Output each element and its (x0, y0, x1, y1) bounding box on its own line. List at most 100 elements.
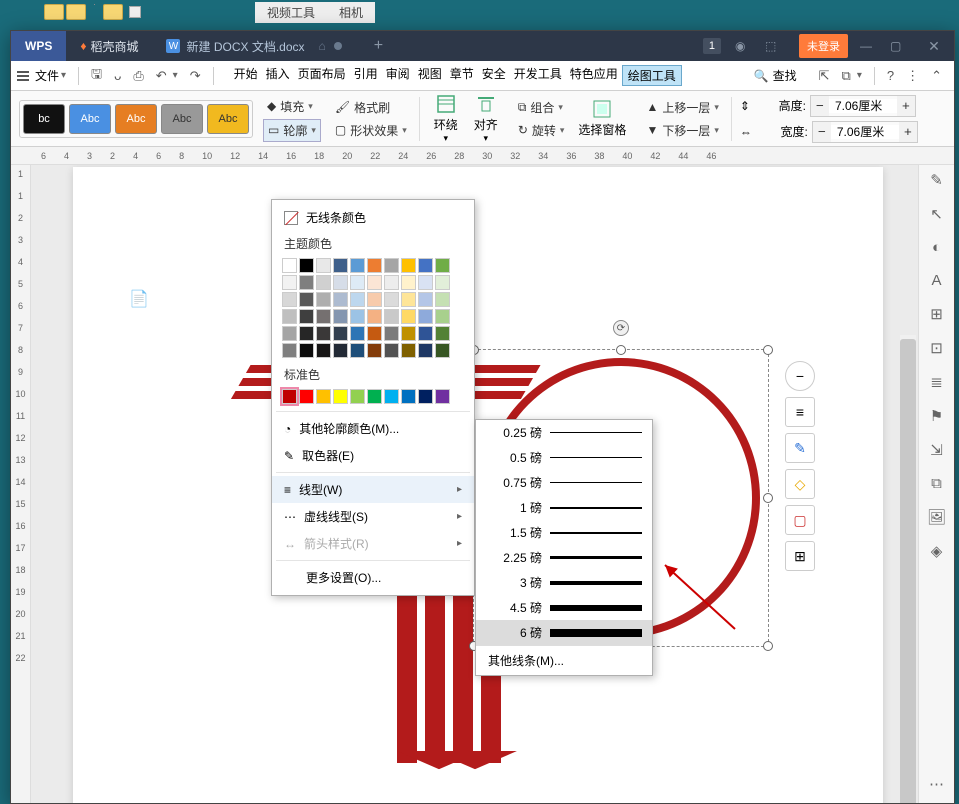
style-swatch[interactable]: Abc (207, 104, 249, 134)
undo-icon[interactable]: ↶ (156, 68, 167, 84)
more-tool-button[interactable]: ⊞ (785, 541, 815, 571)
share-icon[interactable]: ⇱ (819, 68, 830, 84)
color-swatch[interactable] (350, 275, 365, 290)
color-swatch[interactable] (333, 292, 348, 307)
tab-store[interactable]: ♦稻壳商城 (66, 31, 152, 61)
shape-effects-button[interactable]: ▢形状效果▾ (331, 120, 411, 141)
minimize-button[interactable]: — (860, 39, 878, 53)
more-colors-item[interactable]: ◔其他轮廓颜色(M)... (272, 415, 474, 442)
color-swatch[interactable] (367, 343, 382, 358)
menu-references[interactable]: 引用 (350, 65, 382, 86)
color-swatch[interactable] (316, 275, 331, 290)
tab-add[interactable]: + (356, 31, 401, 61)
height-spinner[interactable]: − + (810, 95, 916, 117)
increase-button[interactable]: + (897, 96, 915, 116)
shape-styles[interactable]: bc Abc Abc Abc Abc (19, 100, 253, 138)
fill-tool-button[interactable]: ◇ (785, 469, 815, 499)
chain-icon[interactable]: ⧉ (931, 475, 942, 492)
color-swatch[interactable] (316, 309, 331, 324)
group-button[interactable]: ⧉组合▾ (514, 97, 569, 118)
menu-section[interactable]: 章节 (446, 65, 478, 86)
increase-button[interactable]: + (899, 122, 917, 142)
search-box[interactable]: 🔍查找 (754, 67, 797, 84)
weight-option[interactable]: 0.5 磅 (476, 445, 652, 470)
format-painter-button[interactable]: 🖌格式刷 (331, 97, 411, 118)
menu-insert[interactable]: 插入 (262, 65, 294, 86)
style-swatch[interactable]: Abc (161, 104, 203, 134)
color-swatch[interactable] (367, 275, 382, 290)
menu-icon[interactable] (17, 71, 29, 81)
more-lines-item[interactable]: 其他线条(M)... (476, 645, 652, 675)
export-icon[interactable]: ⇲ (930, 441, 943, 459)
weight-option[interactable]: 4.5 磅 (476, 595, 652, 620)
color-swatch[interactable] (418, 326, 433, 341)
print-preview-icon[interactable]: ᴗ (114, 68, 121, 83)
undo-dropdown[interactable]: ▾ (173, 70, 178, 81)
color-swatch[interactable] (282, 292, 297, 307)
weight-option[interactable]: 0.75 磅 (476, 470, 652, 495)
color-swatch[interactable] (282, 275, 297, 290)
color-swatch[interactable] (435, 309, 450, 324)
fill-button[interactable]: ◆填充▾ (263, 96, 321, 117)
cloud-icon[interactable]: ◐ (932, 239, 941, 256)
height-input[interactable] (829, 99, 897, 113)
style-swatch[interactable]: Abc (69, 104, 111, 134)
menu-security[interactable]: 安全 (478, 65, 510, 86)
bookmark-icon[interactable]: ⚑ (930, 407, 943, 425)
cursor-icon[interactable]: ↖ (930, 205, 943, 223)
pencil-icon[interactable]: ✎ (930, 171, 943, 189)
more-icon[interactable]: ⋯ (929, 775, 944, 793)
popout-icon[interactable]: ⧉ (842, 68, 851, 84)
file-menu[interactable]: 文件 (35, 67, 59, 84)
color-swatch[interactable] (316, 292, 331, 307)
color-swatch[interactable] (333, 258, 348, 273)
no-line-item[interactable]: 无线条颜色 (272, 204, 474, 231)
color-swatch[interactable] (350, 389, 365, 404)
desktop-tab[interactable]: 相机 (339, 4, 363, 21)
decrease-button[interactable]: − (811, 96, 829, 116)
color-swatch[interactable] (418, 389, 433, 404)
dash-item[interactable]: ⋯虚线线型(S)▸ (272, 503, 474, 530)
color-swatch[interactable] (299, 258, 314, 273)
menu-review[interactable]: 审阅 (382, 65, 414, 86)
print-icon[interactable]: ⎙ (133, 68, 143, 84)
resize-handle[interactable] (763, 641, 773, 651)
menu-start[interactable]: 开始 (230, 65, 262, 86)
weight-option[interactable]: 1.5 磅 (476, 520, 652, 545)
selection-pane-button[interactable]: 选择窗格 (578, 99, 626, 138)
resize-handle[interactable] (763, 345, 773, 355)
color-swatch[interactable] (367, 292, 382, 307)
color-swatch[interactable] (367, 389, 382, 404)
color-swatch[interactable] (435, 343, 450, 358)
color-swatch[interactable] (418, 343, 433, 358)
color-swatch[interactable] (401, 343, 416, 358)
color-swatch[interactable] (435, 275, 450, 290)
color-swatch[interactable] (299, 343, 314, 358)
color-swatch[interactable] (435, 258, 450, 273)
send-backward-button[interactable]: ▼下移一层▾ (642, 120, 722, 141)
color-swatch[interactable] (367, 309, 382, 324)
rotate-handle[interactable]: ⟳ (613, 320, 629, 336)
color-swatch[interactable] (401, 275, 416, 290)
color-swatch[interactable] (367, 326, 382, 341)
color-swatch[interactable] (384, 389, 399, 404)
save-icon[interactable]: 🖫 (91, 65, 102, 87)
color-swatch[interactable] (333, 309, 348, 324)
color-swatch[interactable] (350, 309, 365, 324)
color-swatch[interactable] (350, 343, 365, 358)
style-swatch[interactable]: Abc (115, 104, 157, 134)
outline-button[interactable]: ▭轮廓▾ (263, 119, 321, 142)
menu-pagelayout[interactable]: 页面布局 (294, 65, 350, 86)
weight-option[interactable]: 1 磅 (476, 495, 652, 520)
table-icon[interactable]: ⊞ (930, 305, 943, 323)
color-swatch[interactable] (367, 258, 382, 273)
resize-handle[interactable] (616, 345, 626, 355)
rotate-button[interactable]: ↻旋转▾ (514, 120, 569, 141)
color-swatch[interactable] (350, 326, 365, 341)
text-icon[interactable]: A (931, 272, 941, 289)
color-swatch[interactable] (384, 292, 399, 307)
help-icon[interactable]: ? (887, 68, 894, 83)
menu-view[interactable]: 视图 (414, 65, 446, 86)
color-swatch[interactable] (435, 389, 450, 404)
color-swatch[interactable] (316, 258, 331, 273)
